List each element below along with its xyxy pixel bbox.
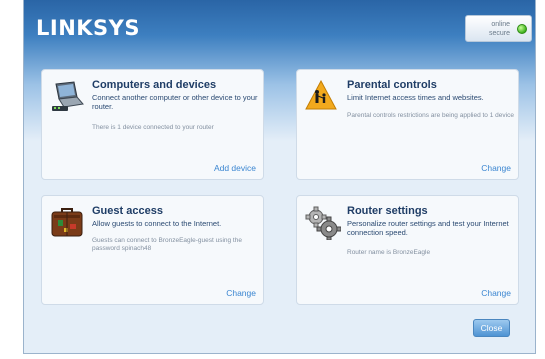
linksys-main-window: LINKSYS online secure Computers and devi… <box>23 0 536 354</box>
parental-controls-subtitle: Limit Internet access times and websites… <box>347 93 484 102</box>
computers-devices-note: There is 1 device connected to your rout… <box>92 124 214 131</box>
parental-controls-panel: Parental controls Limit Internet access … <box>296 69 519 180</box>
guest-access-note: Guests can connect to BronzeEagle-guest … <box>92 237 242 252</box>
router-change-link[interactable]: Change <box>481 288 511 298</box>
router-settings-note: Router name is BronzeEagle <box>347 249 431 256</box>
computers-devices-subtitle: Connect another computer or other device… <box>92 93 258 111</box>
add-device-link[interactable]: Add device <box>214 163 256 173</box>
suitcase-icon <box>51 208 83 237</box>
guest-change-link[interactable]: Change <box>226 288 256 298</box>
laptop-router-icon <box>52 81 84 111</box>
router-settings-panel: Router settings Personalize router setti… <box>296 195 519 305</box>
router-settings-subtitle: Personalize router settings and test you… <box>347 219 509 237</box>
parental-controls-note: Parental controls restrictions are being… <box>347 112 514 119</box>
status-text: online secure <box>489 20 510 38</box>
status-online-label: online <box>491 21 510 28</box>
router-settings-title: Router settings <box>347 205 428 217</box>
guest-access-panel: Guest access Allow guests to connect to … <box>41 195 264 305</box>
close-button[interactable]: Close <box>473 319 510 337</box>
gears-icon <box>305 206 341 240</box>
guest-access-subtitle: Allow guests to connect to the Internet. <box>92 219 222 228</box>
parental-sign-icon <box>305 80 337 110</box>
guest-access-title: Guest access <box>92 205 163 217</box>
linksys-logo: LINKSYS <box>36 16 140 40</box>
status-secure-label: secure <box>488 30 510 37</box>
parental-change-link[interactable]: Change <box>481 163 511 173</box>
computers-devices-title: Computers and devices <box>92 79 217 91</box>
connection-status-indicator: online secure <box>465 15 532 42</box>
computers-devices-panel: Computers and devices Connect another co… <box>41 69 264 180</box>
status-light-icon <box>517 24 527 34</box>
parental-controls-title: Parental controls <box>347 79 437 91</box>
